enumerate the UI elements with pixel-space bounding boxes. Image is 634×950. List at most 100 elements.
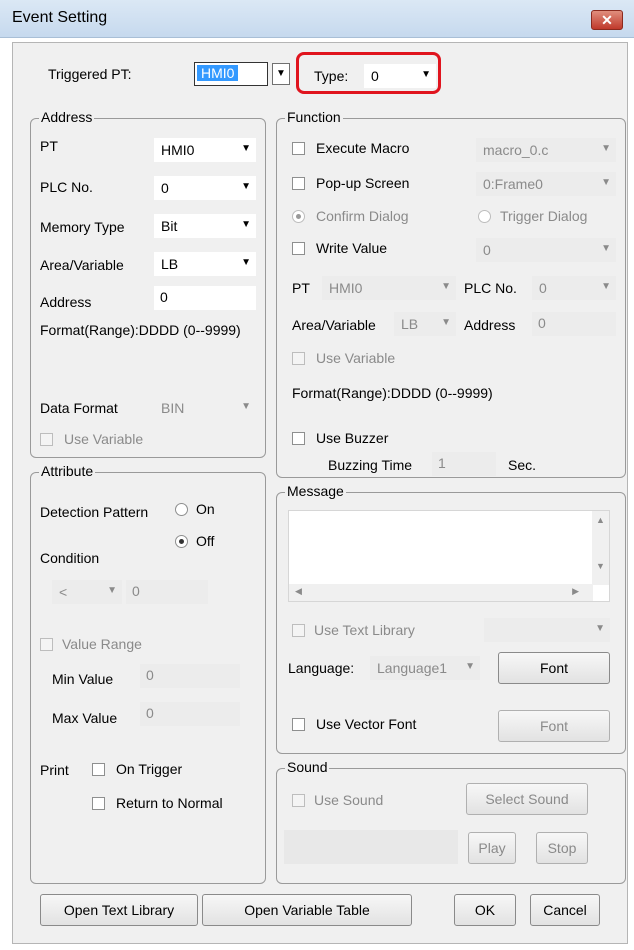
address-input[interactable]: 0 bbox=[154, 286, 256, 310]
function-pt-value: HMI0 bbox=[329, 280, 363, 296]
use-buzzer-checkbox[interactable] bbox=[292, 432, 305, 445]
font-button[interactable]: Font bbox=[498, 652, 610, 684]
value-range-checkbox[interactable] bbox=[40, 638, 53, 651]
address-plc-select[interactable]: 0 ▼ bbox=[154, 176, 256, 200]
trigger-dialog-label: Trigger Dialog bbox=[500, 208, 588, 224]
chevron-down-icon: ▼ bbox=[595, 623, 605, 634]
use-sound-checkbox[interactable] bbox=[292, 794, 305, 807]
triggered-pt-select[interactable]: HMI0 bbox=[194, 62, 268, 86]
function-address-value: 0 bbox=[538, 315, 546, 331]
sec-label: Sec. bbox=[508, 457, 537, 473]
memory-type-select[interactable]: Bit ▼ bbox=[154, 214, 256, 238]
address-value: 0 bbox=[160, 289, 168, 305]
message-textarea[interactable]: ▲ ▼ ◀ ▶ bbox=[288, 510, 610, 602]
cancel-button[interactable]: Cancel bbox=[530, 894, 600, 926]
trigger-dialog-radio[interactable] bbox=[478, 210, 491, 223]
function-plc-label: PLC No. bbox=[464, 280, 517, 296]
function-area-label: Area/Variable bbox=[292, 317, 376, 333]
detection-off-label: Off bbox=[196, 533, 215, 549]
select-sound-button[interactable]: Select Sound bbox=[466, 783, 588, 815]
language-label: Language: bbox=[288, 660, 355, 676]
use-vector-font-checkbox[interactable] bbox=[292, 718, 305, 731]
address-format-text: Format(Range):DDDD (0--9999) bbox=[40, 322, 241, 338]
chevron-down-icon: ▼ bbox=[107, 585, 117, 596]
open-text-library-button[interactable]: Open Text Library bbox=[40, 894, 198, 926]
condition-label: Condition bbox=[40, 550, 100, 566]
return-normal-checkbox[interactable] bbox=[92, 797, 105, 810]
address-plc-value: 0 bbox=[161, 180, 169, 196]
data-format-select[interactable]: BIN ▼ bbox=[154, 396, 256, 420]
event-setting-dialog: Event Setting ✕ Triggered PT: HMI0 ▼ Typ… bbox=[0, 0, 634, 950]
condition-value-input[interactable]: 0 bbox=[126, 580, 208, 604]
chevron-down-icon: ▼ bbox=[601, 281, 611, 292]
type-highlight bbox=[296, 52, 441, 94]
vertical-scrollbar[interactable]: ▲ ▼ bbox=[592, 511, 609, 585]
detection-off-radio[interactable] bbox=[175, 535, 188, 548]
address-use-variable-checkbox[interactable] bbox=[40, 433, 53, 446]
chevron-down-icon: ▼ bbox=[241, 181, 251, 192]
use-vector-font-label: Use Vector Font bbox=[316, 716, 417, 732]
on-trigger-checkbox[interactable] bbox=[92, 763, 105, 776]
write-value-label: Write Value bbox=[316, 240, 388, 256]
attribute-group-title: Attribute bbox=[39, 463, 96, 479]
chevron-down-icon: ▼ bbox=[241, 257, 251, 268]
function-pt-select[interactable]: HMI0 ▼ bbox=[322, 276, 456, 300]
horizontal-scrollbar[interactable]: ◀ ▶ bbox=[289, 584, 593, 601]
popup-screen-select[interactable]: 0:Frame0 ▼ bbox=[476, 172, 616, 196]
function-plc-select[interactable]: 0 ▼ bbox=[532, 276, 616, 300]
language-value: Language1 bbox=[377, 660, 448, 676]
on-trigger-label: On Trigger bbox=[116, 761, 183, 777]
sound-file-display bbox=[284, 830, 458, 864]
open-variable-table-button[interactable]: Open Variable Table bbox=[202, 894, 412, 926]
memory-type-label: Memory Type bbox=[40, 219, 125, 235]
use-text-library-checkbox[interactable] bbox=[292, 624, 305, 637]
macro-value: macro_0.c bbox=[483, 142, 549, 158]
write-value-select[interactable]: 0 ▼ bbox=[476, 238, 616, 262]
buzzing-time-input[interactable]: 1 bbox=[432, 452, 496, 476]
popup-screen-label: Pop-up Screen bbox=[316, 175, 410, 191]
min-value-label: Min Value bbox=[52, 671, 114, 687]
print-label: Print bbox=[40, 762, 69, 778]
chevron-down-icon[interactable]: ▼ bbox=[272, 63, 290, 85]
return-normal-label: Return to Normal bbox=[116, 795, 223, 811]
address-pt-select[interactable]: HMI0 ▼ bbox=[154, 138, 256, 162]
text-library-select[interactable]: ▼ bbox=[484, 618, 610, 642]
scroll-up-icon: ▲ bbox=[596, 515, 605, 525]
use-sound-label: Use Sound bbox=[314, 792, 384, 808]
chevron-down-icon: ▼ bbox=[441, 317, 451, 328]
language-select[interactable]: Language1 ▼ bbox=[370, 656, 480, 680]
address-label: Address bbox=[40, 294, 92, 310]
macro-select[interactable]: macro_0.c ▼ bbox=[476, 138, 616, 162]
function-address-input[interactable]: 0 bbox=[532, 312, 616, 336]
play-button[interactable]: Play bbox=[468, 832, 516, 864]
vector-font-button[interactable]: Font bbox=[498, 710, 610, 742]
confirm-dialog-radio[interactable] bbox=[292, 210, 305, 223]
function-use-variable-checkbox[interactable] bbox=[292, 352, 305, 365]
max-value-input[interactable]: 0 bbox=[140, 702, 240, 726]
function-area-select[interactable]: LB ▼ bbox=[394, 312, 456, 336]
stop-button[interactable]: Stop bbox=[536, 832, 588, 864]
sound-group-title: Sound bbox=[285, 759, 330, 775]
function-group-title: Function bbox=[285, 109, 343, 125]
execute-macro-checkbox[interactable] bbox=[292, 142, 305, 155]
write-value-checkbox[interactable] bbox=[292, 242, 305, 255]
area-variable-value: LB bbox=[161, 256, 179, 272]
area-variable-select[interactable]: LB ▼ bbox=[154, 252, 256, 276]
condition-operator-select[interactable]: < ▼ bbox=[52, 580, 122, 604]
address-group-title: Address bbox=[39, 109, 95, 125]
detection-on-radio[interactable] bbox=[175, 503, 188, 516]
detection-on-label: On bbox=[196, 501, 215, 517]
max-value-label: Max Value bbox=[52, 710, 118, 726]
address-pt-value: HMI0 bbox=[161, 142, 195, 158]
chevron-down-icon: ▼ bbox=[241, 143, 251, 154]
min-value-input[interactable]: 0 bbox=[140, 664, 240, 688]
chevron-down-icon: ▼ bbox=[601, 143, 611, 154]
popup-screen-checkbox[interactable] bbox=[292, 177, 305, 190]
max-value: 0 bbox=[146, 705, 154, 721]
ok-button[interactable]: OK bbox=[454, 894, 516, 926]
function-format-text: Format(Range):DDDD (0--9999) bbox=[292, 385, 493, 401]
address-plc-label: PLC No. bbox=[40, 179, 93, 195]
function-pt-label: PT bbox=[292, 280, 310, 296]
close-icon[interactable]: ✕ bbox=[591, 10, 623, 30]
function-plc-value: 0 bbox=[539, 280, 547, 296]
